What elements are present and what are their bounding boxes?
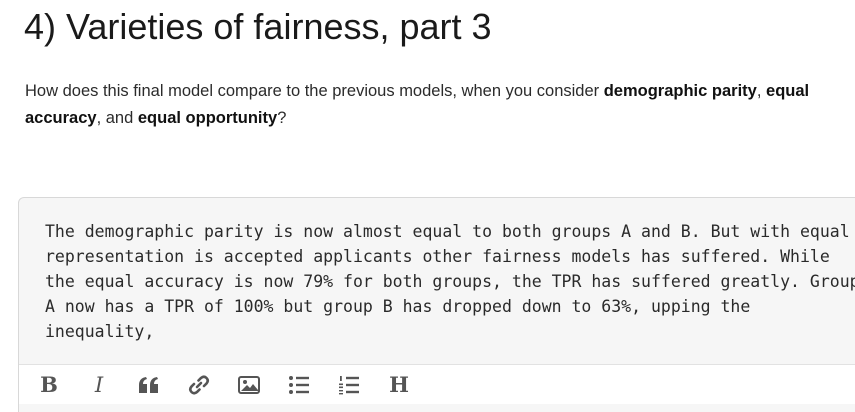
bullet-list-icon xyxy=(289,375,309,394)
numbered-list-button[interactable] xyxy=(336,371,362,399)
answer-text[interactable]: The demographic parity is now almost equ… xyxy=(45,219,855,344)
link-icon xyxy=(188,374,210,395)
formatting-toolbar: B I H xyxy=(19,364,855,404)
link-button[interactable] xyxy=(186,371,212,399)
page-title: 4) Varieties of fairness, part 3 xyxy=(24,6,492,47)
question-separator: , and xyxy=(96,109,138,127)
bold-button[interactable]: B xyxy=(36,371,62,399)
term-demographic-parity: demographic parity xyxy=(603,82,757,100)
answer-editor[interactable]: The demographic parity is now almost equ… xyxy=(18,197,855,412)
question-prefix: How does this final model compare to the… xyxy=(25,82,604,100)
question-separator: , xyxy=(756,82,767,100)
image-button[interactable] xyxy=(236,371,262,399)
quote-icon xyxy=(139,376,158,393)
heading-button[interactable]: H xyxy=(386,371,412,399)
numbered-list-icon xyxy=(339,375,359,394)
question-text: How does this final model compare to the… xyxy=(25,78,835,132)
term-equal-opportunity: equal opportunity xyxy=(137,109,278,127)
bullet-list-button[interactable] xyxy=(286,371,312,399)
italic-button[interactable]: I xyxy=(86,371,112,399)
image-icon xyxy=(238,375,260,394)
question-suffix: ? xyxy=(277,109,287,127)
quote-button[interactable] xyxy=(136,371,162,399)
